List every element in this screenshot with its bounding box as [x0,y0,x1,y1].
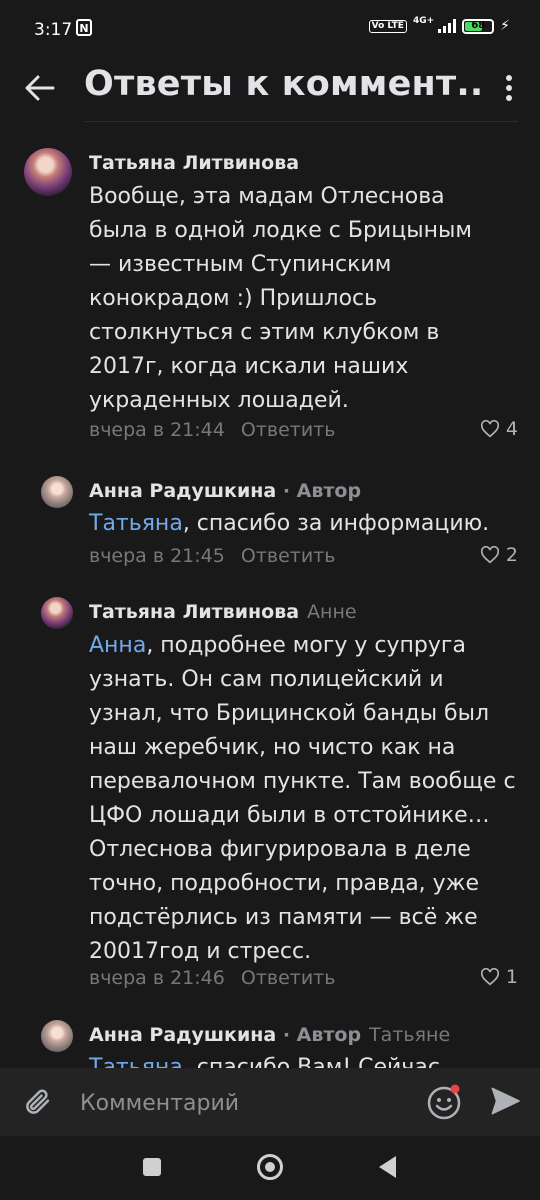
heart-icon [480,968,499,986]
avatar[interactable] [41,597,73,629]
comment-text: Татьяна, спасибо за информацию. [89,507,519,541]
author-role: · Автор [282,1024,362,1046]
like-button[interactable]: 4 [480,418,518,440]
reply-button[interactable]: Ответить [241,967,336,989]
comment-time: вчера в 21:45 [89,545,225,567]
signal-icon [438,19,457,33]
charging-icon: ⚡ [500,18,510,34]
author-role: · Автор [282,480,362,502]
comment-body: , спасибо за информацию. [182,511,490,536]
page-title: Ответы к коммент... [84,64,484,104]
mention-link[interactable]: Анна [89,633,146,658]
app-bar: Ответы к коммент... [0,60,540,122]
arrow-left-icon [25,75,55,101]
like-count: 1 [505,966,518,988]
more-vertical-icon [506,75,512,101]
comment-text: Анна, подробнее могу у супруга узнать. О… [89,629,519,969]
comment-time: вчера в 21:44 [89,419,225,441]
send-icon [491,1087,520,1115]
like-count: 2 [505,544,518,566]
avatar[interactable] [41,476,73,508]
reply-to-label: Анне [307,601,357,623]
avatar[interactable] [24,148,72,196]
comment-text: Татьяна, спасибо Вам! Сейчас [89,1051,519,1068]
comment-body: , спасибо Вам! Сейчас [182,1055,440,1068]
status-time: 3:17 [34,20,73,40]
notification-dot [450,1084,460,1094]
comment-author[interactable]: Татьяна Литвинова Анне [89,601,357,623]
avatar[interactable] [41,1020,73,1052]
recents-button[interactable] [143,1158,161,1176]
header-divider [84,121,518,122]
send-button[interactable] [488,1084,524,1120]
author-name[interactable]: Татьяна Литвинова [89,601,299,623]
attach-button[interactable] [20,1084,56,1120]
comment-body: , подробнее могу у супруга узнать. Он са… [89,633,516,964]
reply-button[interactable]: Ответить [241,419,336,441]
heart-icon [480,420,499,438]
status-bar: 3:17 N Vo LTE 4G+ 68 ⚡ [0,0,540,60]
emoji-button[interactable] [424,1082,464,1122]
back-button[interactable] [20,68,60,108]
like-button[interactable]: 2 [480,544,518,566]
comment-author[interactable]: Анна Радушкина · Автор Татьяне [89,1024,450,1046]
more-button[interactable] [494,68,524,108]
author-name[interactable]: Анна Радушкина [89,1024,276,1046]
comment-time: вчера в 21:46 [89,967,225,989]
smile-icon [427,1084,461,1120]
comment-input[interactable] [78,1082,412,1124]
mention-link[interactable]: Татьяна [89,511,183,536]
home-button[interactable] [257,1154,283,1180]
system-nav-bar [0,1136,540,1200]
mention-link[interactable]: Татьяна [89,1055,183,1068]
comment-meta: вчера в 21:45 Ответить [89,545,335,567]
paperclip-icon [26,1089,50,1114]
volte-icon: Vo LTE [368,19,407,33]
comment-meta: вчера в 21:44 Ответить [89,419,335,441]
comment-author[interactable]: Татьяна Литвинова [89,152,299,174]
comment-meta: вчера в 21:46 Ответить [89,967,335,989]
author-name[interactable]: Татьяна Литвинова [89,152,299,174]
reply-button[interactable]: Ответить [241,545,336,567]
reply-to-label: Татьяне [369,1024,451,1046]
comment-text: Вообще, эта мадам Отлеснова была в одной… [89,180,489,418]
network-type: 4G+ [412,16,435,26]
heart-icon [480,546,499,564]
system-back-button[interactable] [379,1156,396,1178]
comment-composer [0,1068,540,1136]
author-name[interactable]: Анна Радушкина [89,480,276,502]
nfc-icon: N [76,19,92,36]
battery-level: 68 [471,19,486,31]
like-button[interactable]: 1 [480,966,518,988]
comment-author[interactable]: Анна Радушкина · Автор [89,480,361,502]
battery-icon: 68 [462,18,495,34]
comment-body: Вообще, эта мадам Отлеснова была в одной… [89,184,472,413]
like-count: 4 [505,418,518,440]
